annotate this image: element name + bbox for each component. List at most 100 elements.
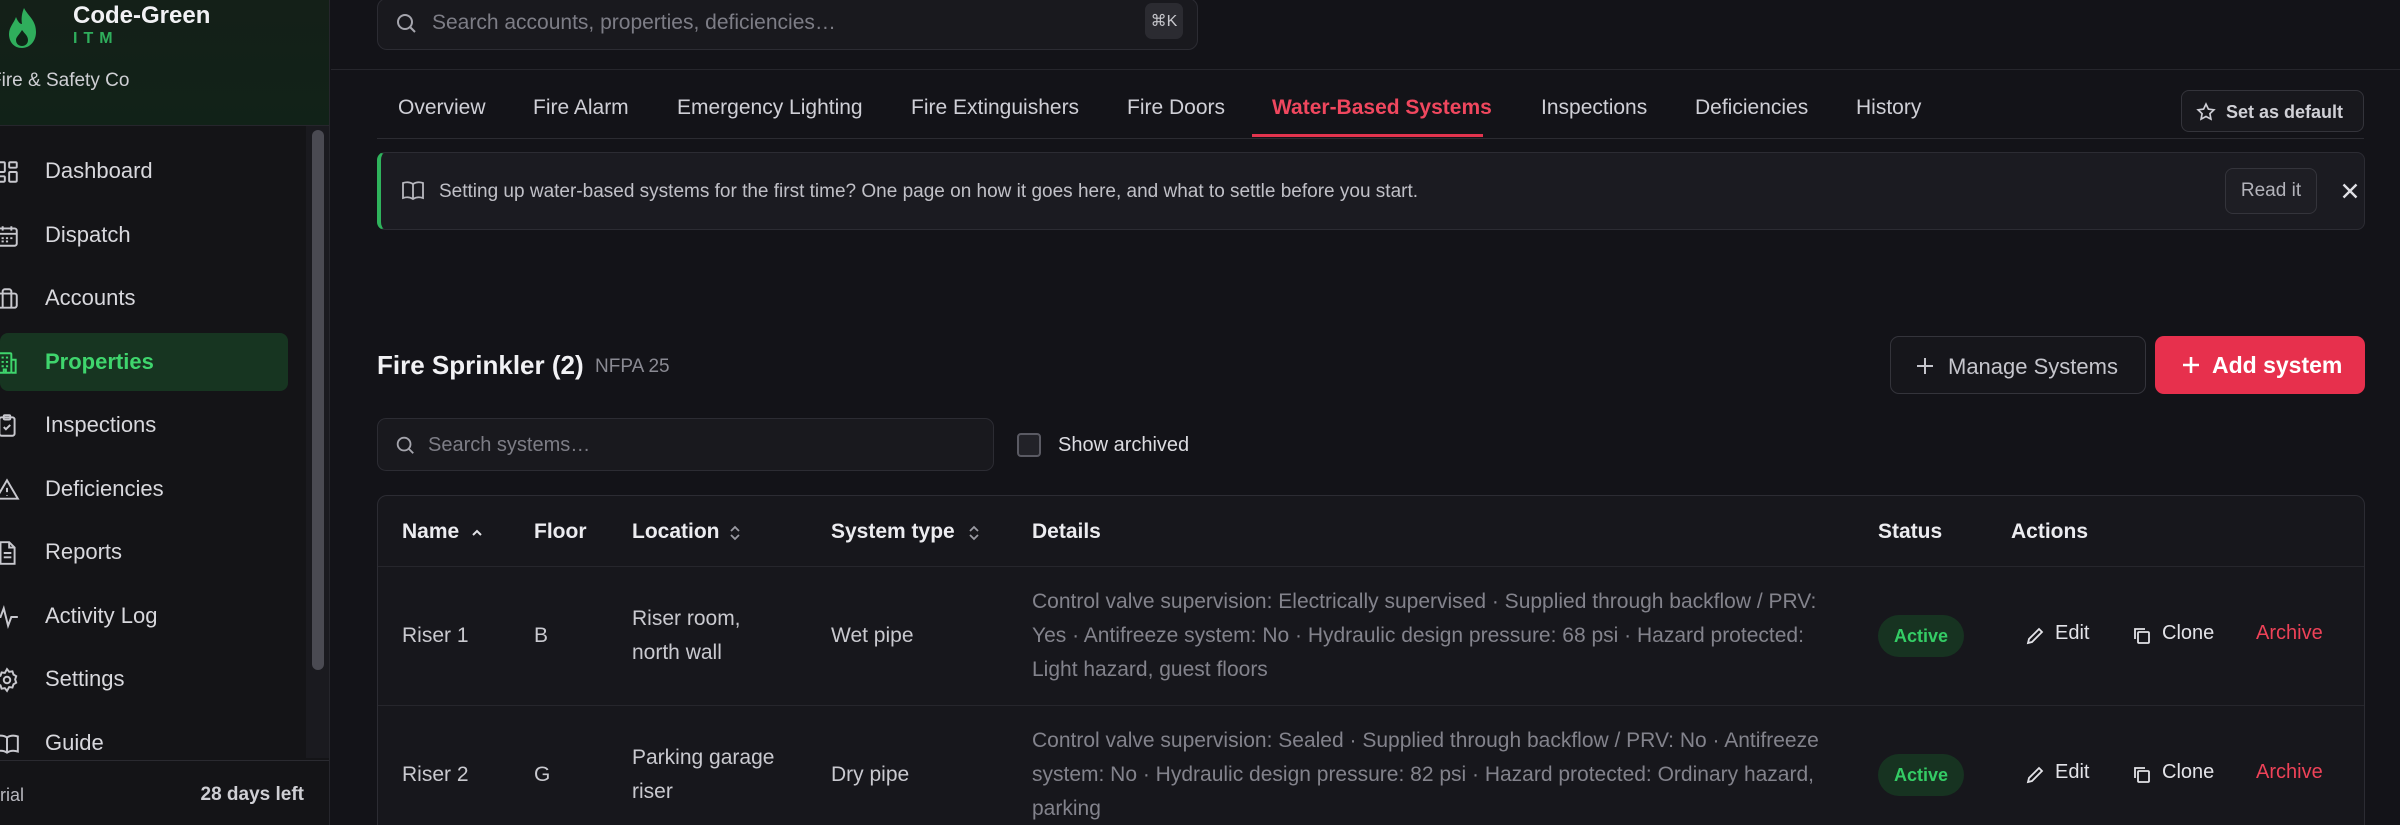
- set-as-default-button[interactable]: Set as default: [2181, 90, 2364, 132]
- company-name: Fire & Safety Co: [0, 70, 130, 91]
- edit-button[interactable]: Edit: [2055, 622, 2089, 645]
- active-tab-indicator: [1252, 134, 1483, 137]
- tab-water-based-systems[interactable]: Water-Based Systems: [1272, 96, 1492, 120]
- tab-emergency-lighting[interactable]: Emergency Lighting: [677, 96, 863, 120]
- search-shortcut-badge: ⌘K: [1145, 3, 1183, 39]
- brand-name: Code-Green: [73, 2, 211, 29]
- systems-search-input[interactable]: [428, 430, 968, 460]
- star-icon: [2196, 102, 2216, 121]
- flame-logo-icon: [9, 8, 36, 48]
- clone-button[interactable]: Clone: [2162, 761, 2214, 784]
- brand-header: Code-Green ITM Fire & Safety Co: [0, 0, 329, 126]
- cell-location: Parking garage riser: [632, 746, 775, 803]
- tab-history[interactable]: History: [1856, 96, 1921, 120]
- main-content: ⌘K Overview Fire Alarm Emergency Lightin…: [331, 0, 2400, 825]
- tab-overview[interactable]: Overview: [398, 96, 486, 120]
- book-open-icon: [402, 181, 424, 201]
- gear-icon: [0, 667, 18, 693]
- tab-fire-extinguishers[interactable]: Fire Extinguishers: [911, 96, 1079, 120]
- trial-footer: rial 28 days left: [0, 760, 329, 825]
- sort-icon[interactable]: [967, 524, 981, 542]
- sidebar: Code-Green ITM Fire & Safety Co Dashboar…: [0, 0, 330, 825]
- status-badge: Active: [1878, 754, 1964, 796]
- tab-fire-doors[interactable]: Fire Doors: [1127, 96, 1225, 120]
- sidebar-item-label: Deficiencies: [45, 475, 164, 501]
- sidebar-scrollbar[interactable]: [306, 126, 329, 758]
- global-search-input[interactable]: [432, 7, 1112, 39]
- add-system-label: Add system: [2212, 352, 2343, 378]
- column-header-details: Details: [1032, 520, 1101, 543]
- show-archived-checkbox[interactable]: [1017, 433, 1041, 457]
- show-archived-label: Show archived: [1058, 434, 1190, 456]
- archive-button[interactable]: Archive: [2256, 761, 2323, 784]
- close-icon[interactable]: [2337, 178, 2363, 204]
- sidebar-item-label: Reports: [45, 539, 123, 564]
- brand-subtitle: ITM: [73, 30, 119, 47]
- systems-search[interactable]: [377, 418, 994, 471]
- set-as-default-label: Set as default: [2226, 102, 2344, 122]
- table-row: Riser 2 G Parking garage riser Dry pipe …: [378, 705, 2364, 825]
- status-badge: Active: [1878, 615, 1964, 657]
- sidebar-item-settings[interactable]: Settings: [0, 650, 288, 708]
- column-header-location[interactable]: Location: [632, 520, 720, 544]
- activity-icon: [0, 604, 18, 629]
- book-icon: [0, 734, 19, 754]
- sidebar-item-dispatch[interactable]: Dispatch: [0, 206, 288, 264]
- building-icon: [0, 351, 17, 374]
- document-icon: [0, 541, 16, 565]
- briefcase-icon: [0, 288, 18, 309]
- global-search[interactable]: ⌘K: [377, 0, 1198, 50]
- systems-table: Name Floor Location System type Details …: [377, 495, 2365, 825]
- onboarding-banner: Setting up water-based systems for the f…: [377, 152, 2365, 230]
- cell-floor: G: [534, 763, 551, 786]
- cell-system-type: Wet pipe: [831, 624, 914, 647]
- warning-icon: [0, 477, 20, 500]
- column-header-name[interactable]: Name: [402, 520, 459, 544]
- pencil-icon: [2026, 627, 2044, 645]
- column-header-system-type[interactable]: System type: [831, 520, 955, 544]
- edit-button[interactable]: Edit: [2055, 761, 2089, 784]
- trial-label: rial: [0, 785, 25, 805]
- sidebar-item-properties[interactable]: Properties: [0, 332, 288, 391]
- tab-deficiencies[interactable]: Deficiencies: [1695, 96, 1808, 120]
- cell-name: Riser 2: [402, 763, 469, 786]
- sidebar-item-label: Guide: [45, 729, 104, 755]
- sidebar-nav: Dashboard Dispatch Accounts Properties I…: [0, 142, 300, 777]
- clipboard-check-icon: [0, 414, 16, 437]
- sidebar-item-reports[interactable]: Reports: [0, 523, 288, 581]
- trial-days-left: 28 days left: [200, 784, 305, 805]
- sidebar-item-label: Properties: [45, 348, 154, 374]
- sidebar-item-label: Activity Log: [45, 602, 158, 628]
- sidebar-item-inspections[interactable]: Inspections: [0, 396, 288, 454]
- sidebar-item-label: Settings: [45, 666, 125, 691]
- sidebar-item-label: Accounts: [45, 285, 136, 310]
- banner-message: Setting up water-based systems for the f…: [439, 181, 1419, 202]
- search-icon: [396, 436, 414, 454]
- table-row: Riser 1 B Riser room, north wall Wet pip…: [378, 566, 2364, 704]
- sidebar-item-activity-log[interactable]: Activity Log: [0, 587, 288, 645]
- read-it-button[interactable]: Read it: [2225, 168, 2317, 214]
- sidebar-item-label: Dashboard: [45, 158, 153, 183]
- sort-ascending-icon[interactable]: [470, 524, 484, 542]
- manage-systems-label: Manage Systems: [1948, 354, 2118, 379]
- tabs-divider: [377, 138, 2364, 139]
- section-standard: NFPA 25: [595, 356, 670, 377]
- dashboard-icon: [0, 161, 18, 183]
- sidebar-scroll-thumb[interactable]: [312, 130, 324, 670]
- sidebar-item-deficiencies[interactable]: Deficiencies: [0, 460, 288, 518]
- cell-name: Riser 1: [402, 624, 469, 647]
- sort-icon[interactable]: [728, 524, 742, 542]
- cell-system-type: Dry pipe: [831, 763, 910, 786]
- tab-inspections[interactable]: Inspections: [1541, 96, 1647, 120]
- clone-button[interactable]: Clone: [2162, 622, 2214, 645]
- sidebar-item-dashboard[interactable]: Dashboard: [0, 142, 288, 200]
- add-system-button[interactable]: Add system: [2155, 336, 2365, 394]
- column-header-status: Status: [1878, 520, 1943, 543]
- manage-systems-button[interactable]: Manage Systems: [1890, 336, 2146, 394]
- sidebar-item-label: Dispatch: [45, 221, 131, 247]
- archive-button[interactable]: Archive: [2256, 622, 2323, 645]
- cell-details: Control valve supervision: Sealed · Supp…: [1032, 729, 1819, 820]
- sidebar-item-accounts[interactable]: Accounts: [0, 269, 288, 327]
- clone-icon: [2134, 767, 2150, 783]
- tab-fire-alarm[interactable]: Fire Alarm: [533, 96, 629, 120]
